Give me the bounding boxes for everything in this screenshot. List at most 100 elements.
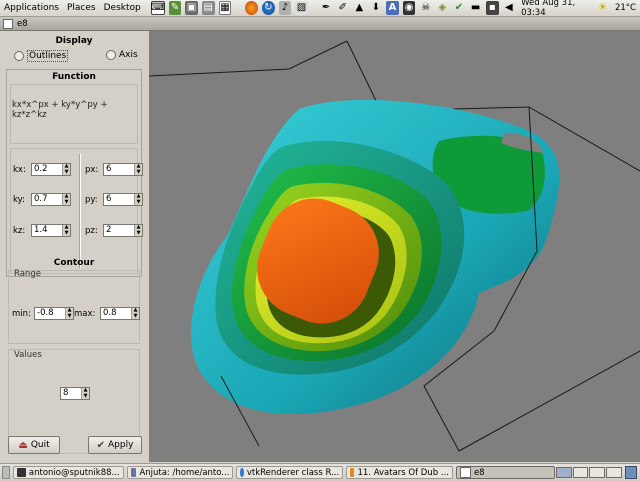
py-spinbox[interactable]: 6 ▲ ▼ bbox=[103, 193, 143, 206]
min-value[interactable]: -0.8 bbox=[35, 308, 65, 319]
max-value[interactable]: 0.8 bbox=[101, 308, 131, 319]
skull-launcher-icon[interactable]: ☠ bbox=[419, 1, 432, 15]
task-anjuta[interactable]: Anjuta: /home/anto... bbox=[126, 466, 234, 479]
py-param: py: 6 ▲ ▼ bbox=[85, 193, 143, 206]
clock[interactable]: Wed Aug 31, 03:34 bbox=[521, 0, 594, 18]
min-spinbox[interactable]: -0.8 ▲ ▼ bbox=[34, 307, 74, 320]
terminal-launcher-icon[interactable]: ⌨ bbox=[151, 1, 165, 15]
kz-spinbox[interactable]: 1.4 ▲ ▼ bbox=[31, 224, 71, 237]
system-launcher-icon[interactable]: ▣ bbox=[185, 1, 198, 15]
kz-down-arrow-icon[interactable]: ▼ bbox=[63, 230, 70, 237]
axis-label[interactable]: Axis bbox=[119, 50, 138, 60]
update-launcher-icon[interactable]: ↻ bbox=[261, 1, 275, 15]
pz-label: pz: bbox=[85, 225, 98, 236]
axis-radio-icon[interactable] bbox=[106, 50, 116, 60]
task-e8-label: e8 bbox=[473, 467, 485, 478]
apply-button[interactable]: ✔ Apply bbox=[88, 436, 142, 454]
pz-down-arrow-icon[interactable]: ▼ bbox=[135, 230, 142, 237]
apply-label: Apply bbox=[107, 440, 134, 450]
contour-title: Contour bbox=[53, 258, 95, 268]
menu-applications[interactable]: Applications bbox=[0, 0, 63, 16]
tray-battery-icon[interactable]: ▬ bbox=[469, 1, 482, 15]
values-down-arrow-icon[interactable]: ▼ bbox=[82, 393, 89, 400]
workspace-4[interactable] bbox=[606, 467, 623, 478]
task-e8[interactable]: e8 bbox=[455, 466, 555, 479]
top-panel: Applications Places Desktop ⌨ ✎ ▣ ▤ ▦ ↻ … bbox=[0, 0, 640, 18]
menu-desktop[interactable]: Desktop bbox=[100, 0, 145, 16]
box-launcher-icon[interactable]: ▧ bbox=[295, 1, 308, 15]
values-spinbox[interactable]: 8 ▲ ▼ bbox=[60, 387, 90, 400]
inkscape-launcher-icon[interactable]: ▲ bbox=[353, 1, 366, 15]
kx-label: kx: bbox=[13, 164, 26, 175]
window-menu-icon[interactable] bbox=[3, 18, 13, 29]
workspace-3[interactable] bbox=[589, 467, 606, 478]
editor-launcher-icon[interactable]: ▦ bbox=[218, 1, 232, 15]
kx-spinbox[interactable]: 0.2 ▲ ▼ bbox=[31, 163, 71, 176]
show-desktop-icon[interactable] bbox=[2, 466, 10, 479]
formula-text: kx*x^px + ky*y^py + kz*z^kz bbox=[12, 100, 108, 120]
values-value[interactable]: 8 bbox=[61, 388, 81, 399]
min-down-arrow-icon[interactable]: ▼ bbox=[66, 313, 73, 320]
py-value[interactable]: 6 bbox=[104, 194, 134, 205]
px-label: px: bbox=[85, 164, 99, 175]
photo-launcher-icon[interactable]: ◉ bbox=[402, 1, 416, 15]
ky-spinbox[interactable]: 0.7 ▲ ▼ bbox=[31, 193, 71, 206]
values-label: Values bbox=[14, 350, 42, 360]
download-launcher-icon[interactable]: ⬇ bbox=[370, 1, 383, 15]
workspace-1[interactable] bbox=[555, 467, 572, 478]
tray-check-icon[interactable]: ✔ bbox=[453, 1, 466, 15]
isosurface-render[interactable] bbox=[148, 31, 640, 462]
tray-monitor-icon[interactable]: ▪ bbox=[485, 1, 499, 15]
axis-radio[interactable]: Axis bbox=[106, 50, 138, 60]
workspace-2[interactable] bbox=[572, 467, 589, 478]
media-launcher-icon[interactable]: ♪ bbox=[278, 1, 292, 15]
menu-places[interactable]: Places bbox=[63, 0, 100, 16]
outlines-label[interactable]: Outlines bbox=[27, 50, 69, 62]
weather-temperature[interactable]: 21°C bbox=[615, 3, 636, 13]
kx-value[interactable]: 0.2 bbox=[32, 164, 62, 175]
py-label: py: bbox=[85, 194, 98, 205]
brush-launcher-icon[interactable]: ✐ bbox=[336, 1, 349, 15]
task-avatars-label: 11. Avatars Of Dub ... bbox=[357, 467, 449, 478]
kx-param: kx: 0.2 ▲ ▼ bbox=[13, 163, 71, 176]
window-title: e8 bbox=[17, 18, 28, 29]
max-spinbox[interactable]: 0.8 ▲ ▼ bbox=[100, 307, 140, 320]
display-group: Display Outlines Axis bbox=[6, 31, 142, 67]
px-down-arrow-icon[interactable]: ▼ bbox=[135, 169, 142, 176]
pz-spinbox[interactable]: 2 ▲ ▼ bbox=[103, 224, 143, 237]
tray-leaf-icon[interactable]: ◈ bbox=[436, 1, 449, 15]
task-avatars[interactable]: 11. Avatars Of Dub ... bbox=[346, 466, 453, 479]
py-down-arrow-icon[interactable]: ▼ bbox=[135, 199, 142, 206]
task-terminal-label: antonio@sputnik88... bbox=[28, 467, 120, 478]
outlines-radio[interactable]: Outlines bbox=[14, 50, 69, 62]
monitor-launcher-icon[interactable]: ▤ bbox=[201, 1, 215, 15]
px-spinbox[interactable]: 6 ▲ ▼ bbox=[103, 163, 143, 176]
pen-launcher-icon[interactable]: ✒ bbox=[320, 1, 333, 15]
function-title: Function bbox=[52, 72, 96, 82]
task-vtkrenderer[interactable]: vtkRenderer class R... bbox=[236, 466, 344, 479]
quit-icon: ⏏ bbox=[18, 439, 28, 451]
max-down-arrow-icon[interactable]: ▼ bbox=[132, 313, 139, 320]
e8-task-icon bbox=[459, 467, 471, 478]
pz-value[interactable]: 2 bbox=[104, 225, 134, 236]
outlines-radio-icon[interactable] bbox=[14, 51, 24, 61]
ky-down-arrow-icon[interactable]: ▼ bbox=[63, 199, 70, 206]
music-task-icon bbox=[350, 468, 355, 477]
ky-value[interactable]: 0.7 bbox=[32, 194, 62, 205]
a-launcher-icon[interactable]: A bbox=[386, 1, 399, 15]
gimp-launcher-icon[interactable]: ✎ bbox=[168, 1, 182, 15]
quit-button[interactable]: ⏏ Quit bbox=[8, 436, 60, 454]
trash-icon[interactable] bbox=[625, 466, 637, 479]
px-value[interactable]: 6 bbox=[104, 164, 134, 175]
values-param: 8 ▲ ▼ bbox=[60, 387, 90, 400]
render-viewport[interactable] bbox=[148, 31, 640, 462]
window-titlebar[interactable]: e8 bbox=[0, 17, 640, 31]
browser-task-icon bbox=[240, 468, 244, 477]
kz-value[interactable]: 1.4 bbox=[32, 225, 62, 236]
kx-down-arrow-icon[interactable]: ▼ bbox=[63, 169, 70, 176]
bottom-panel: antonio@sputnik88... Anjuta: /home/anto.… bbox=[0, 463, 640, 481]
min-param: min: -0.8 ▲ ▼ bbox=[12, 307, 74, 320]
task-terminal[interactable]: antonio@sputnik88... bbox=[12, 466, 124, 479]
firefox-launcher-icon[interactable] bbox=[245, 1, 258, 15]
tray-volume-icon[interactable]: ◀ bbox=[503, 1, 516, 15]
